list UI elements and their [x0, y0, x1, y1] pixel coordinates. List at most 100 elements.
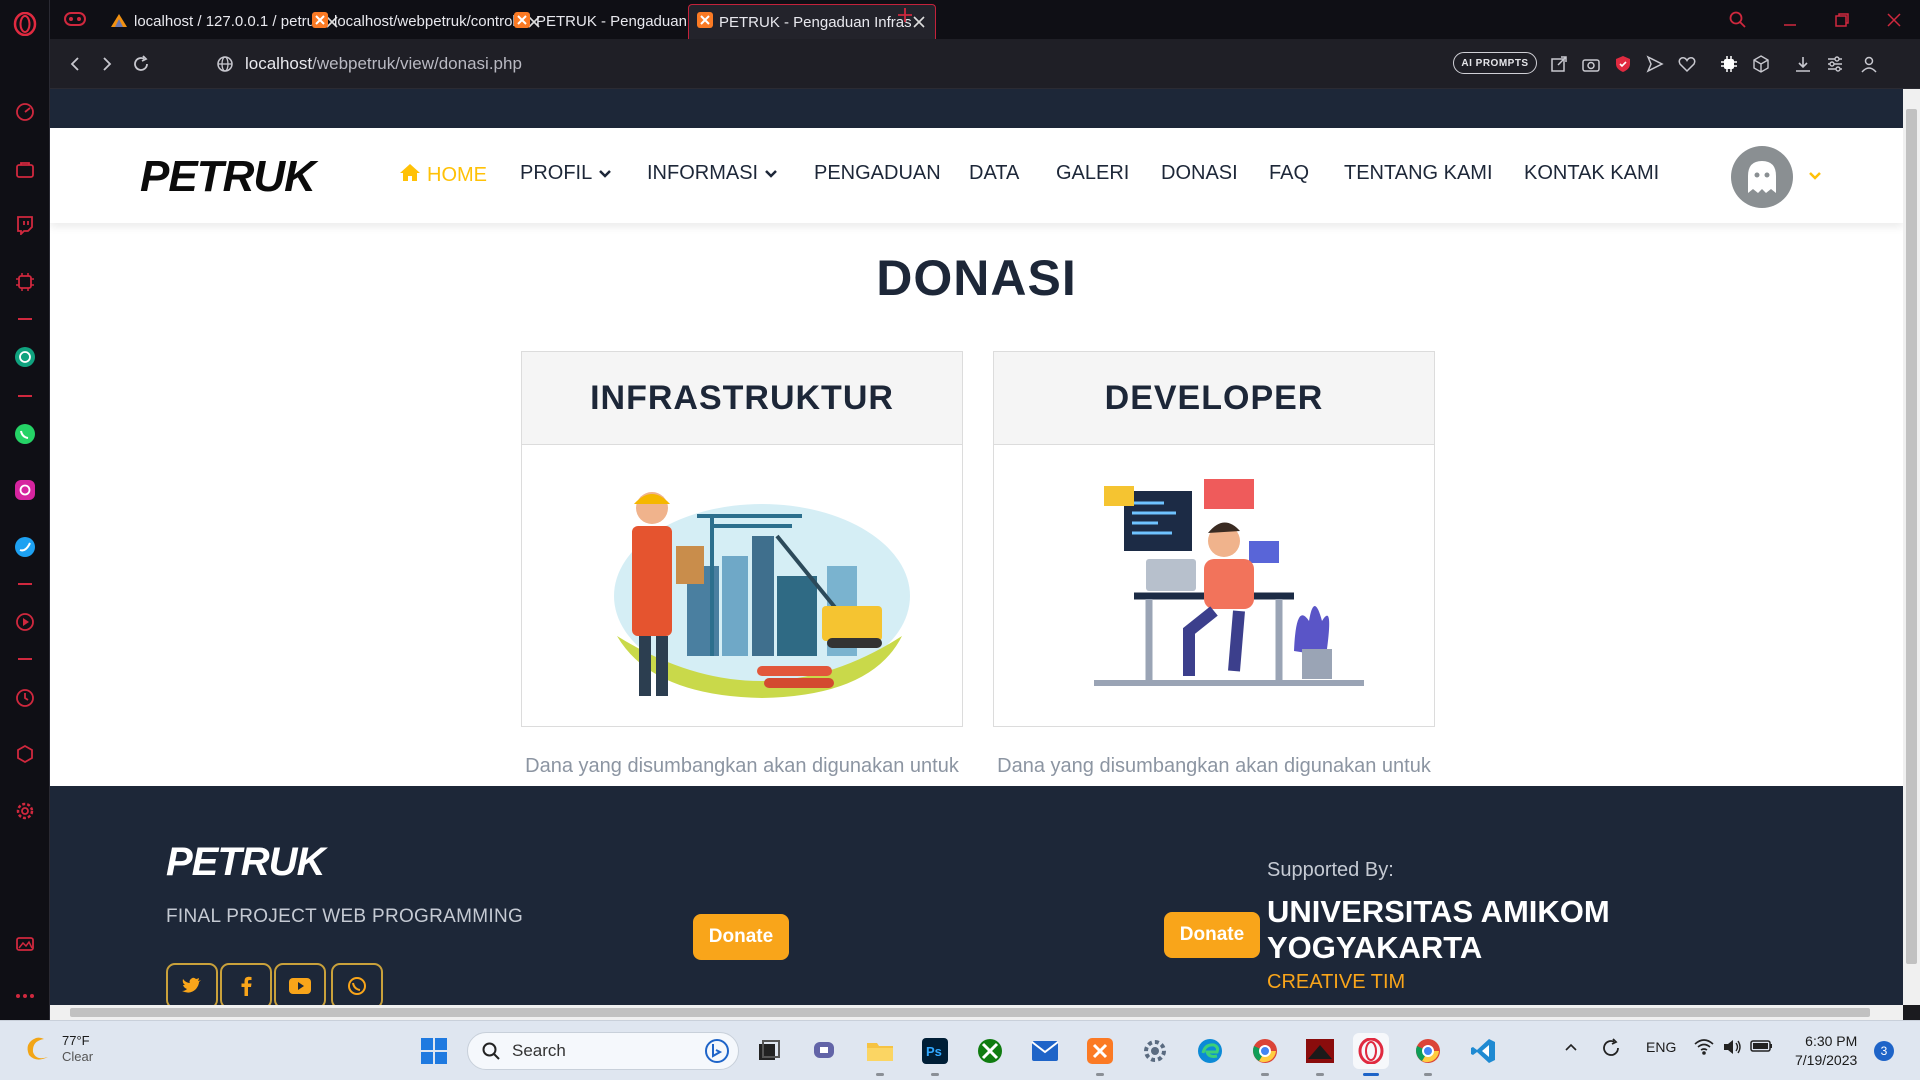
settings-icon[interactable] — [13, 799, 37, 823]
history-icon[interactable] — [13, 686, 37, 710]
easy-setup-icon[interactable] — [1823, 52, 1847, 76]
nav-pengaduan[interactable]: PENGADUAN — [814, 162, 941, 185]
language-indicator[interactable]: ENG — [1646, 1039, 1676, 1055]
nav-galeri[interactable]: GALERI — [1056, 162, 1129, 185]
donation-card-infrastruktur[interactable]: INFRASTRUKTUR — [521, 351, 963, 727]
whatsapp-icon[interactable] — [331, 963, 383, 1005]
camera-icon[interactable] — [1579, 52, 1603, 76]
horizontal-scrollbar[interactable] — [50, 1005, 1903, 1020]
mail-icon[interactable] — [1027, 1033, 1063, 1069]
game-app-icon[interactable] — [1302, 1033, 1338, 1076]
wallpaper-icon[interactable] — [13, 932, 37, 956]
university-name: UNIVERSITAS AMIKOM YOGYAKARTA — [1267, 894, 1610, 965]
donate-button-developer[interactable]: Donate — [1164, 912, 1260, 958]
opera-logo-icon[interactable] — [13, 12, 37, 36]
site-footer: PETRUK FINAL PROJECT WEB PROGRAMMING Don… — [50, 786, 1903, 1005]
speed-dial-icon[interactable] — [13, 100, 37, 124]
download-icon[interactable] — [1791, 52, 1815, 76]
profile-icon[interactable] — [1857, 52, 1881, 76]
chevron-down-icon[interactable] — [1808, 168, 1822, 186]
photoshop-icon[interactable]: Ps — [917, 1033, 953, 1076]
search-icon — [482, 1042, 500, 1060]
wifi-icon[interactable] — [1694, 1038, 1714, 1059]
chrome-profile-icon[interactable] — [1410, 1033, 1446, 1076]
task-view-icon[interactable] — [751, 1033, 787, 1069]
nav-kontak-kami[interactable]: KONTAK KAMI — [1524, 162, 1659, 185]
minimize-icon[interactable] — [1764, 0, 1816, 39]
running-indicator — [1424, 1073, 1432, 1076]
windows-start-icon[interactable] — [416, 1033, 452, 1069]
donate-button-infrastruktur[interactable]: Donate — [693, 914, 789, 960]
notification-badge[interactable]: 3 — [1874, 1041, 1894, 1061]
twitter-icon[interactable] — [13, 535, 37, 559]
nav-tentang-kami[interactable]: TENTANG KAMI — [1344, 162, 1493, 185]
ai-chip-icon[interactable] — [13, 270, 37, 294]
gx-icon[interactable] — [64, 10, 86, 33]
nav-profil[interactable]: PROFIL — [520, 162, 612, 185]
settings-gear-icon[interactable] — [1137, 1033, 1173, 1069]
instagram-icon[interactable] — [13, 478, 37, 502]
share-icon[interactable] — [1547, 52, 1571, 76]
chevron-up-icon[interactable] — [1564, 1039, 1578, 1055]
heart-icon[interactable] — [1675, 52, 1699, 76]
forward-icon[interactable] — [95, 52, 119, 76]
ai-prompts-button[interactable]: AI PROMPTS — [1453, 52, 1537, 74]
chevron-down-icon — [764, 162, 778, 185]
vpn-chip-icon[interactable] — [1717, 52, 1741, 76]
top-strip — [50, 89, 1903, 128]
brand-logo[interactable]: PETRUK — [140, 152, 316, 202]
edge-icon[interactable] — [1192, 1033, 1228, 1069]
developer-illustration — [994, 445, 1434, 727]
weather-widget[interactable]: 77°F Clear — [24, 1033, 93, 1065]
creative-tim-link[interactable]: CREATIVE TIM — [1267, 971, 1405, 994]
nav-home[interactable]: HOME — [399, 162, 487, 188]
vertical-scrollbar[interactable] — [1903, 89, 1920, 1005]
xbox-icon[interactable] — [972, 1033, 1008, 1069]
nav-informasi[interactable]: INFORMASI — [647, 162, 778, 185]
avatar[interactable] — [1731, 146, 1793, 208]
chatgpt-icon[interactable] — [13, 345, 37, 369]
opera-gx-icon[interactable] — [1353, 1033, 1389, 1076]
scroll-thumb[interactable] — [70, 1008, 1870, 1017]
clock-date: 7/19/2023 — [1795, 1052, 1858, 1068]
reload-icon[interactable] — [129, 52, 153, 76]
whatsapp-icon[interactable] — [13, 422, 37, 446]
file-explorer-icon[interactable] — [862, 1033, 898, 1076]
teams-chat-icon[interactable] — [807, 1033, 843, 1069]
cube-icon[interactable] — [1749, 52, 1773, 76]
site-info-icon[interactable] — [213, 52, 237, 76]
more-icon[interactable] — [13, 984, 37, 1008]
facebook-icon[interactable] — [220, 963, 272, 1005]
xampp-icon[interactable] — [1082, 1033, 1118, 1076]
donation-card-developer[interactable]: DEVELOPER — [993, 351, 1435, 727]
nav-faq[interactable]: FAQ — [1269, 162, 1309, 185]
nav-data[interactable]: DATA — [969, 162, 1019, 185]
volume-icon[interactable] — [1722, 1038, 1742, 1059]
youtube-icon[interactable] — [274, 963, 326, 1005]
tab-title: PETRUK - Pengaduan Infrastruktur — [719, 13, 911, 31]
twitch-icon[interactable] — [13, 213, 37, 237]
battery-icon[interactable] — [1750, 1038, 1774, 1057]
adblock-shield-icon[interactable] — [1611, 52, 1635, 76]
address-bar: localhost/webpetruk/view/donasi.php AI P… — [50, 39, 1920, 89]
page-title: DONASI — [876, 250, 1077, 306]
sync-icon[interactable] — [1600, 1037, 1622, 1062]
card-title: DEVELOPER — [994, 352, 1434, 445]
vscode-icon[interactable] — [1465, 1033, 1501, 1069]
new-tab-button[interactable] — [896, 6, 914, 29]
player-icon[interactable] — [13, 610, 37, 634]
search-tabs-icon[interactable] — [1712, 0, 1764, 39]
shopping-icon[interactable] — [13, 157, 37, 181]
chrome-icon[interactable] — [1247, 1033, 1283, 1076]
twitter-icon[interactable] — [166, 963, 218, 1005]
extensions-icon[interactable] — [13, 742, 37, 766]
system-clock[interactable]: 6:30 PM 7/19/2023 — [1795, 1032, 1857, 1070]
send-icon[interactable] — [1643, 52, 1667, 76]
close-window-icon[interactable] — [1868, 0, 1920, 39]
restore-icon[interactable] — [1816, 0, 1868, 39]
nav-donasi[interactable]: DONASI — [1161, 162, 1238, 185]
scroll-thumb[interactable] — [1906, 109, 1917, 964]
back-icon[interactable] — [63, 52, 87, 76]
url-field[interactable]: localhost/webpetruk/view/donasi.php — [245, 54, 522, 74]
taskbar-search[interactable]: Search — [467, 1032, 739, 1070]
